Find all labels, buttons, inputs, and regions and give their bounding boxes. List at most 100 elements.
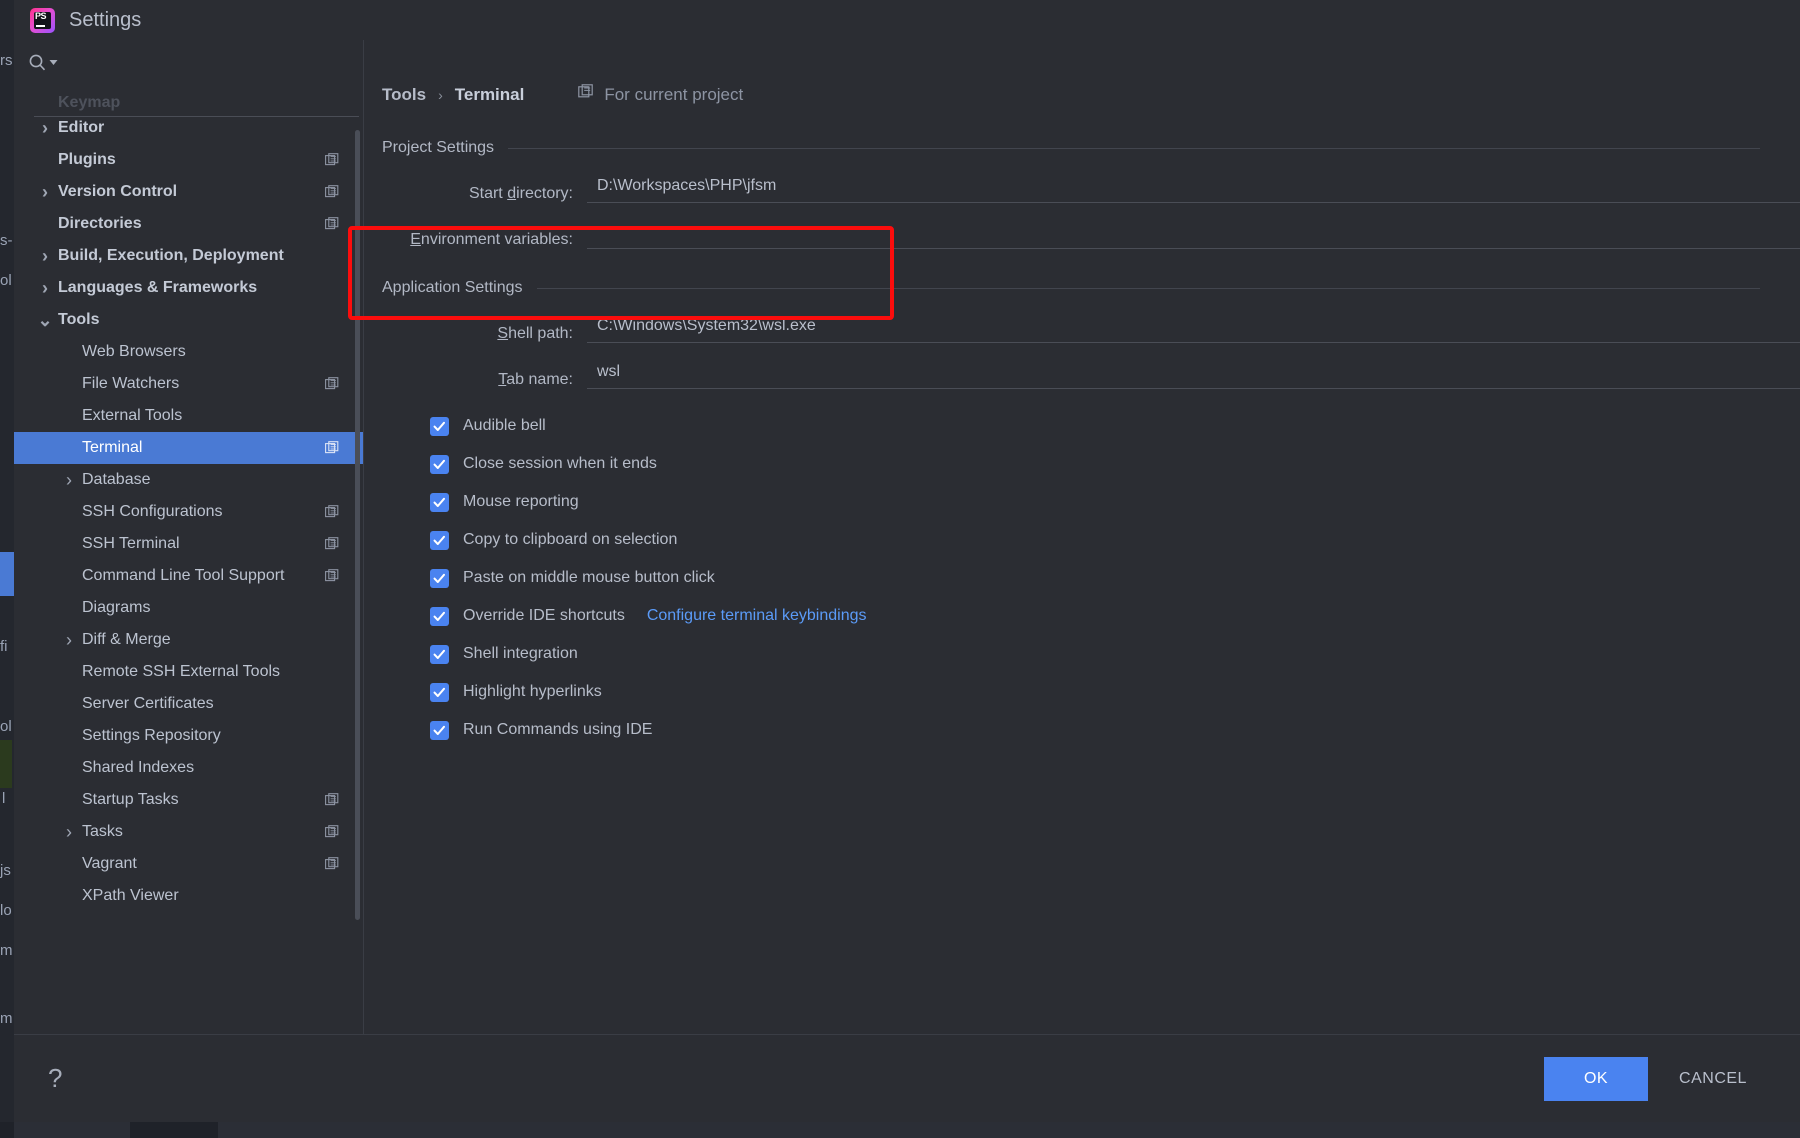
sidebar-item-label: Server Certificates bbox=[82, 695, 214, 712]
field-input-shell-path[interactable]: C:\Windows\System32\wsl.exe bbox=[587, 317, 1800, 343]
sidebar-item-diagrams[interactable]: Diagrams bbox=[14, 592, 364, 624]
sidebar-item-plugins[interactable]: Plugins bbox=[14, 144, 364, 176]
project-settings-header: Project Settings bbox=[382, 139, 1800, 157]
checkbox-row-shell-integration[interactable]: Shell integration bbox=[382, 635, 1800, 673]
checkbox-row-close-session-when-it-ends[interactable]: Close session when it ends bbox=[382, 445, 1800, 483]
chevron-right-icon[interactable]: › bbox=[36, 278, 54, 299]
sidebar-item-label: Settings Repository bbox=[82, 727, 221, 744]
checkbox-copy-to-clipboard-on-selection[interactable] bbox=[430, 530, 449, 550]
copy-project-icon bbox=[325, 857, 340, 871]
sidebar-item-label: Keymap bbox=[58, 94, 121, 111]
settings-sidebar: Keymap › Editor Plugins › Version Control Dire… bbox=[14, 40, 364, 1034]
dialog-title: Settings bbox=[69, 8, 142, 31]
chevron-right-icon[interactable]: › bbox=[60, 630, 78, 651]
help-button[interactable]: ? bbox=[48, 1063, 62, 1094]
sidebar-item-remote-ssh-external-tools[interactable]: Remote SSH External Tools bbox=[14, 656, 364, 688]
chevron-right-icon[interactable]: › bbox=[36, 118, 54, 139]
sidebar-item-xpath-viewer[interactable]: XPath Viewer bbox=[14, 880, 364, 912]
field-input-start-directory[interactable]: D:\Workspaces\PHP\jfsm bbox=[587, 177, 1800, 203]
sidebar-item-diff-merge[interactable]: › Diff & Merge bbox=[14, 624, 364, 656]
checkbox-row-highlight-hyperlinks[interactable]: Highlight hyperlinks bbox=[382, 673, 1800, 711]
sidebar-scrollbar[interactable] bbox=[355, 130, 360, 920]
chevron-right-icon[interactable]: › bbox=[36, 182, 54, 203]
dialog-body: Keymap › Editor Plugins › Version Control Dire… bbox=[14, 40, 1800, 1034]
sidebar-item-label: Command Line Tool Support bbox=[82, 567, 285, 584]
ok-button[interactable]: OK bbox=[1544, 1056, 1648, 1101]
checkbox-row-paste-on-middle-mouse-button-click[interactable]: Paste on middle mouse button click bbox=[382, 559, 1800, 597]
sidebar-item-startup-tasks[interactable]: Startup Tasks bbox=[14, 784, 364, 816]
sidebar-item-ssh-terminal[interactable]: SSH Terminal bbox=[14, 528, 364, 560]
checkbox-label: Mouse reporting bbox=[463, 493, 579, 510]
sidebar-item-label: External Tools bbox=[82, 407, 183, 424]
sidebar-item-label: Diff & Merge bbox=[82, 631, 171, 648]
sidebar-item-label: Shared Indexes bbox=[82, 759, 195, 776]
copy-project-icon bbox=[325, 153, 340, 167]
settings-main-panel: Tools › Terminal For current project Pro… bbox=[348, 40, 1800, 1034]
search-input[interactable] bbox=[66, 53, 336, 71]
background-status-segment bbox=[130, 1122, 218, 1138]
sidebar-item-version-control[interactable]: › Version Control bbox=[14, 176, 364, 208]
sidebar-item-command-line-tool-support[interactable]: Command Line Tool Support bbox=[14, 560, 364, 592]
sidebar-item-tasks[interactable]: › Tasks bbox=[14, 816, 364, 848]
background-status-segment-2 bbox=[0, 1122, 14, 1138]
breadcrumb-root[interactable]: Tools bbox=[382, 85, 426, 105]
search-icon[interactable] bbox=[28, 53, 58, 72]
sidebar-item-languages-frameworks[interactable]: › Languages & Frameworks bbox=[14, 272, 364, 304]
copy-project-icon bbox=[325, 377, 340, 391]
checkbox-close-session-when-it-ends[interactable] bbox=[430, 454, 449, 474]
checkbox-label: Audible bell bbox=[463, 417, 546, 434]
background-text-fragment: m bbox=[0, 942, 13, 959]
checkmark-icon bbox=[433, 725, 445, 735]
configure-terminal-keybindings-link[interactable]: Configure terminal keybindings bbox=[647, 607, 867, 625]
checkbox-run-commands-using-ide[interactable] bbox=[430, 720, 449, 740]
field-label-tab-name: Tab name: bbox=[498, 371, 573, 388]
sidebar-item-web-browsers[interactable]: Web Browsers bbox=[14, 336, 364, 368]
sidebar-item-ssh-configurations[interactable]: SSH Configurations bbox=[14, 496, 364, 528]
sidebar-item-directories[interactable]: Directories bbox=[14, 208, 364, 240]
field-input-tab-name[interactable]: wsl bbox=[587, 363, 1800, 389]
checkbox-row-run-commands-using-ide[interactable]: Run Commands using IDE bbox=[382, 711, 1800, 749]
checkbox-row-mouse-reporting[interactable]: Mouse reporting bbox=[382, 483, 1800, 521]
checkbox-override-ide-shortcuts[interactable] bbox=[430, 606, 449, 626]
checkbox-row-override-ide-shortcuts[interactable]: Override IDE shortcuts Configure terminal… bbox=[382, 597, 1800, 635]
sidebar-item-vagrant[interactable]: Vagrant bbox=[14, 848, 364, 880]
checkbox-audible-bell[interactable] bbox=[430, 416, 449, 436]
sidebar-item-editor[interactable]: › Editor bbox=[14, 112, 364, 144]
copy-project-icon bbox=[578, 84, 595, 105]
sidebar-item-terminal[interactable]: Terminal bbox=[14, 432, 364, 464]
field-row-tab-name: Tab name: wsl bbox=[382, 363, 1800, 389]
field-row-shell-path: Shell path: C:\Windows\System32\wsl.exe bbox=[382, 317, 1800, 343]
breadcrumb-separator: › bbox=[438, 86, 443, 103]
background-text-fragment: fi bbox=[0, 638, 8, 655]
checkbox-paste-on-middle-mouse-button-click[interactable] bbox=[430, 568, 449, 588]
sidebar-item-keymap[interactable]: Keymap bbox=[14, 90, 364, 112]
application-settings-section: Application Settings Shell path: C:\Windo… bbox=[382, 279, 1800, 389]
sidebar-item-tools[interactable]: ⌄ Tools bbox=[14, 304, 364, 336]
cancel-button[interactable]: CANCEL bbox=[1648, 1057, 1778, 1101]
chevron-right-icon[interactable]: › bbox=[36, 246, 54, 267]
settings-dialog: PS Settings Keymap › Editor Plugins › Ve… bbox=[14, 0, 1800, 1122]
copy-project-icon bbox=[325, 793, 340, 807]
checkbox-row-copy-to-clipboard-on-selection[interactable]: Copy to clipboard on selection bbox=[382, 521, 1800, 559]
background-text-fragment: m bbox=[0, 1010, 13, 1027]
checkbox-mouse-reporting[interactable] bbox=[430, 492, 449, 512]
chevron-right-icon[interactable]: › bbox=[60, 822, 78, 843]
sidebar-item-settings-repository[interactable]: Settings Repository bbox=[14, 720, 364, 752]
sidebar-item-build-execution-deployment[interactable]: › Build, Execution, Deployment bbox=[14, 240, 364, 272]
checkbox-highlight-hyperlinks[interactable] bbox=[430, 682, 449, 702]
background-blue-tab bbox=[0, 552, 14, 596]
sidebar-item-label: Tasks bbox=[82, 823, 123, 840]
sidebar-item-external-tools[interactable]: External Tools bbox=[14, 400, 364, 432]
search-row[interactable] bbox=[14, 40, 364, 84]
sidebar-item-database[interactable]: › Database bbox=[14, 464, 364, 496]
chevron-right-icon[interactable]: › bbox=[60, 470, 78, 491]
sidebar-item-server-certificates[interactable]: Server Certificates bbox=[14, 688, 364, 720]
sidebar-item-shared-indexes[interactable]: Shared Indexes bbox=[14, 752, 364, 784]
sidebar-item-label: XPath Viewer bbox=[82, 887, 179, 904]
checkbox-shell-integration[interactable] bbox=[430, 644, 449, 664]
sidebar-item-file-watchers[interactable]: File Watchers bbox=[14, 368, 364, 400]
checkbox-row-audible-bell[interactable]: Audible bell bbox=[382, 407, 1800, 445]
sidebar-item-label: Languages & Frameworks bbox=[58, 279, 258, 296]
field-input-environment-variables[interactable] bbox=[587, 223, 1800, 249]
chevron-down-icon[interactable]: ⌄ bbox=[36, 311, 54, 329]
